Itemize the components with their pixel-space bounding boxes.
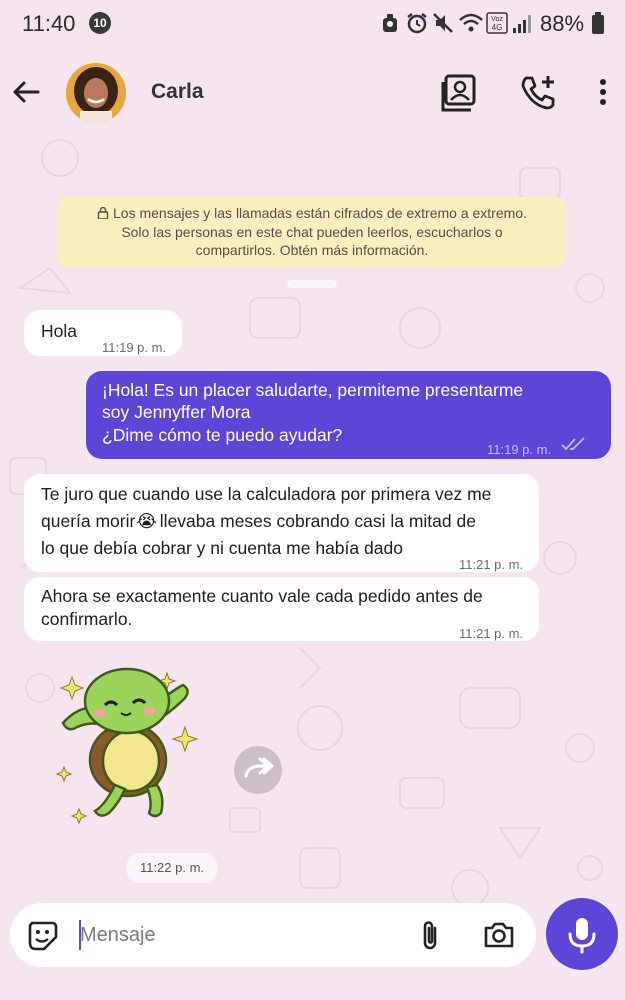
back-arrow-icon[interactable] [8, 74, 44, 110]
battery-icon [592, 12, 604, 34]
turtle-sticker[interactable] [55, 665, 205, 830]
crying-face-emoji: 😭 [136, 511, 157, 531]
sticker-time: 11:22 p. m. [126, 853, 218, 883]
encryption-notice[interactable]: Los mensajes y las llamadas están cifrad… [58, 197, 566, 267]
message-text-line-2: soy Jennyffer Mora [102, 402, 251, 422]
app-notification-icon [383, 14, 397, 32]
notification-count-badge: 10 [89, 12, 111, 34]
message-time: 11:19 p. m. [487, 442, 552, 457]
chat-header: Carla [0, 56, 625, 128]
date-divider [287, 280, 337, 288]
voice-message-button[interactable] [546, 898, 618, 970]
text-cursor [79, 920, 81, 950]
message-text-line-2: quería morir😭 llevaba meses cobrando casi… [41, 511, 476, 531]
message-time: 11:21 p. m. [459, 626, 524, 641]
message-incoming[interactable]: Hola 11:19 p. m. [24, 310, 182, 356]
message-text-line-1: Te juro que cuando use la calculadora po… [41, 484, 492, 504]
svg-text:Voz: Voz [491, 16, 503, 23]
attach-icon[interactable] [414, 919, 446, 953]
alarm-icon [407, 13, 427, 34]
add-call-icon[interactable] [518, 72, 558, 112]
message-time: 11:21 p. m. [459, 557, 524, 572]
contact-name[interactable]: Carla [151, 80, 204, 104]
avatar[interactable] [66, 63, 126, 123]
forward-button[interactable] [234, 746, 282, 794]
wifi-icon [459, 13, 483, 32]
volte-4g-icon: Voz4G [486, 12, 508, 34]
read-receipt-icon [561, 437, 585, 451]
message-input[interactable] [78, 917, 380, 953]
lock-icon [97, 207, 109, 219]
message-incoming[interactable]: Ahora se exactamente cuanto vale cada pe… [24, 577, 539, 641]
avatar-photo [66, 63, 126, 123]
camera-icon[interactable] [482, 919, 516, 951]
encryption-notice-line-1: Los mensajes y las llamadas están cifrad… [58, 204, 566, 223]
sticker-emoji-icon[interactable] [26, 919, 58, 951]
mute-icon [433, 13, 453, 33]
message-text-line-1: Ahora se exactamente cuanto vale cada pe… [41, 586, 483, 606]
svg-text:4G: 4G [492, 23, 503, 32]
more-options-icon[interactable] [583, 72, 623, 112]
status-bar: 11:40 10 Voz 4G 88% [0, 0, 625, 50]
status-time: 11:40 [22, 11, 76, 36]
contact-card-icon[interactable] [441, 72, 481, 112]
microphone-icon [568, 918, 596, 954]
message-outgoing[interactable]: ¡Hola! Es un placer saludarte, permiteme… [86, 371, 611, 459]
forward-icon [244, 757, 274, 778]
message-composer [10, 903, 536, 967]
message-time: 11:19 p. m. [102, 340, 167, 355]
encryption-notice-line-3: compartirlos. Obtén más información. [195, 242, 429, 258]
encryption-notice-line-2: Solo las personas en este chat pueden le… [121, 223, 503, 240]
signal-icon [513, 15, 531, 33]
battery-percentage: 88% [540, 11, 585, 36]
message-incoming[interactable]: Te juro que cuando use la calculadora po… [24, 474, 539, 572]
